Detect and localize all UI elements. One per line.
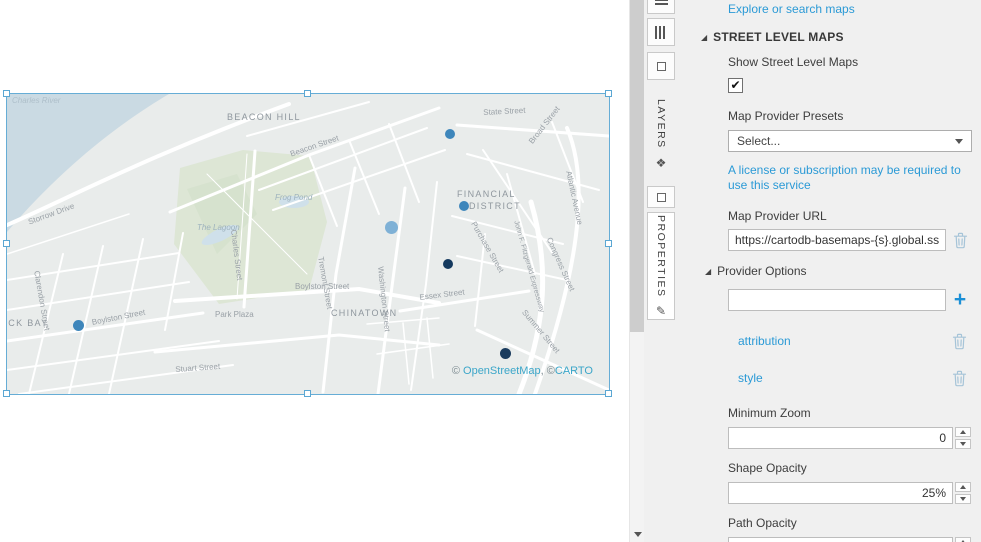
delete-option-button[interactable] <box>950 368 968 388</box>
map-data-point <box>459 201 469 211</box>
delete-option-button[interactable] <box>950 331 968 351</box>
decrement-button[interactable] <box>955 494 971 504</box>
collapse-triangle-icon: ◢ <box>705 267 711 276</box>
selection-handle-bottom-left[interactable] <box>3 390 10 397</box>
explore-maps-link[interactable]: Explore or search maps <box>728 2 855 16</box>
increment-button[interactable] <box>955 537 971 542</box>
tab-properties-label: PROPERTIES <box>655 215 667 298</box>
minimum-zoom-label: Minimum Zoom <box>728 406 811 420</box>
tab-button-outline[interactable] <box>647 52 675 80</box>
selection-handle-bottom-middle[interactable] <box>304 390 311 397</box>
caret-up-icon <box>960 430 966 434</box>
shape-opacity-input[interactable] <box>728 482 953 504</box>
panel-icon <box>657 62 666 71</box>
selection-handle-middle-right[interactable] <box>605 240 612 247</box>
increment-button[interactable] <box>955 482 971 492</box>
increment-button[interactable] <box>955 427 971 437</box>
show-street-level-label: Show Street Level Maps <box>728 55 858 69</box>
map-provider-url-input[interactable] <box>728 229 946 251</box>
map-data-point <box>500 348 511 359</box>
map-data-point <box>73 320 84 331</box>
menu-icon <box>655 0 668 5</box>
map-provider-presets-label: Map Provider Presets <box>728 109 843 123</box>
trash-icon[interactable] <box>951 230 969 250</box>
map-preview: Charles RiverBEACON HILLState StreetBroa… <box>7 94 609 394</box>
path-opacity-spinner <box>955 537 971 542</box>
provider-option-row: style <box>728 366 970 390</box>
new-option-input[interactable] <box>728 289 946 311</box>
side-tabstrip: LAYERS ❖ PROPERTIES ✎ <box>644 0 678 542</box>
section-title: STREET LEVEL MAPS <box>713 30 844 44</box>
layers-icon: ❖ <box>656 157 667 169</box>
decrement-button[interactable] <box>955 439 971 449</box>
canvas-vertical-scrollbar[interactable] <box>629 0 644 542</box>
shape-opacity-spinner <box>955 482 971 504</box>
data-columns-icon <box>655 26 667 39</box>
selection-handle-top-right[interactable] <box>605 90 612 97</box>
street-level-maps-section-header[interactable]: ◢ STREET LEVEL MAPS <box>701 30 844 44</box>
provider-options-title: Provider Options <box>717 264 806 278</box>
pencil-icon: ✎ <box>656 305 666 317</box>
delete-url-button[interactable] <box>951 230 969 250</box>
tab-layers-label: LAYERS <box>655 99 667 149</box>
minimum-zoom-spinner <box>955 427 971 449</box>
add-option-button[interactable]: + <box>951 289 969 311</box>
tab-button-top-partial[interactable] <box>647 0 675 14</box>
license-note: A license or subscription may be require… <box>728 163 978 193</box>
map-attribution: © OpenStreetMap, ©CARTO <box>452 365 593 377</box>
collapse-triangle-icon: ◢ <box>701 33 707 42</box>
copyright-text: © <box>452 365 463 377</box>
scrollbar-thumb[interactable] <box>630 0 645 332</box>
provider-option-row: attribution <box>728 329 970 353</box>
map-provider-url-label: Map Provider URL <box>728 209 827 223</box>
map-data-point <box>445 129 455 139</box>
minimum-zoom-input[interactable] <box>728 427 953 449</box>
selection-handle-top-middle[interactable] <box>304 90 311 97</box>
map-dots-layer <box>7 94 609 394</box>
tab-layers[interactable]: LAYERS ❖ <box>647 86 675 182</box>
design-canvas[interactable]: Charles RiverBEACON HILLState StreetBroa… <box>0 0 629 542</box>
shape-opacity-label: Shape Opacity <box>728 461 807 475</box>
document-icon <box>657 193 666 202</box>
tab-button-data[interactable] <box>647 18 675 46</box>
map-data-point <box>385 221 398 234</box>
tab-button-document[interactable] <box>647 186 675 208</box>
map-element[interactable]: Charles RiverBEACON HILLState StreetBroa… <box>6 93 610 395</box>
path-opacity-label: Path Opacity <box>728 516 797 530</box>
openstreetmap-link[interactable]: OpenStreetMap <box>463 365 541 377</box>
path-opacity-input[interactable] <box>728 537 953 542</box>
selection-handle-middle-left[interactable] <box>3 240 10 247</box>
map-data-point <box>443 259 453 269</box>
copyright-text: , © <box>541 365 555 377</box>
option-link-style[interactable]: style <box>738 371 763 385</box>
caret-down-icon <box>960 442 966 446</box>
show-street-level-checkbox[interactable]: ✔ <box>728 78 743 93</box>
carto-link[interactable]: CARTO <box>555 365 593 377</box>
caret-down-icon <box>960 497 966 501</box>
scrollbar-down-button[interactable] <box>630 527 645 542</box>
provider-options-section-header[interactable]: ◢ Provider Options <box>705 264 807 278</box>
option-link-attribution[interactable]: attribution <box>738 334 791 348</box>
tab-properties[interactable]: PROPERTIES ✎ <box>647 212 675 320</box>
chevron-down-icon <box>955 139 963 144</box>
select-value: Select... <box>737 134 780 148</box>
arrow-down-icon <box>634 532 642 537</box>
caret-up-icon <box>960 485 966 489</box>
map-provider-presets-select[interactable]: Select... <box>728 130 972 152</box>
check-mark: ✔ <box>730 79 740 91</box>
properties-panel: Explore or search maps ◢ STREET LEVEL MA… <box>679 0 981 542</box>
selection-handle-bottom-right[interactable] <box>605 390 612 397</box>
selection-handle-top-left[interactable] <box>3 90 10 97</box>
